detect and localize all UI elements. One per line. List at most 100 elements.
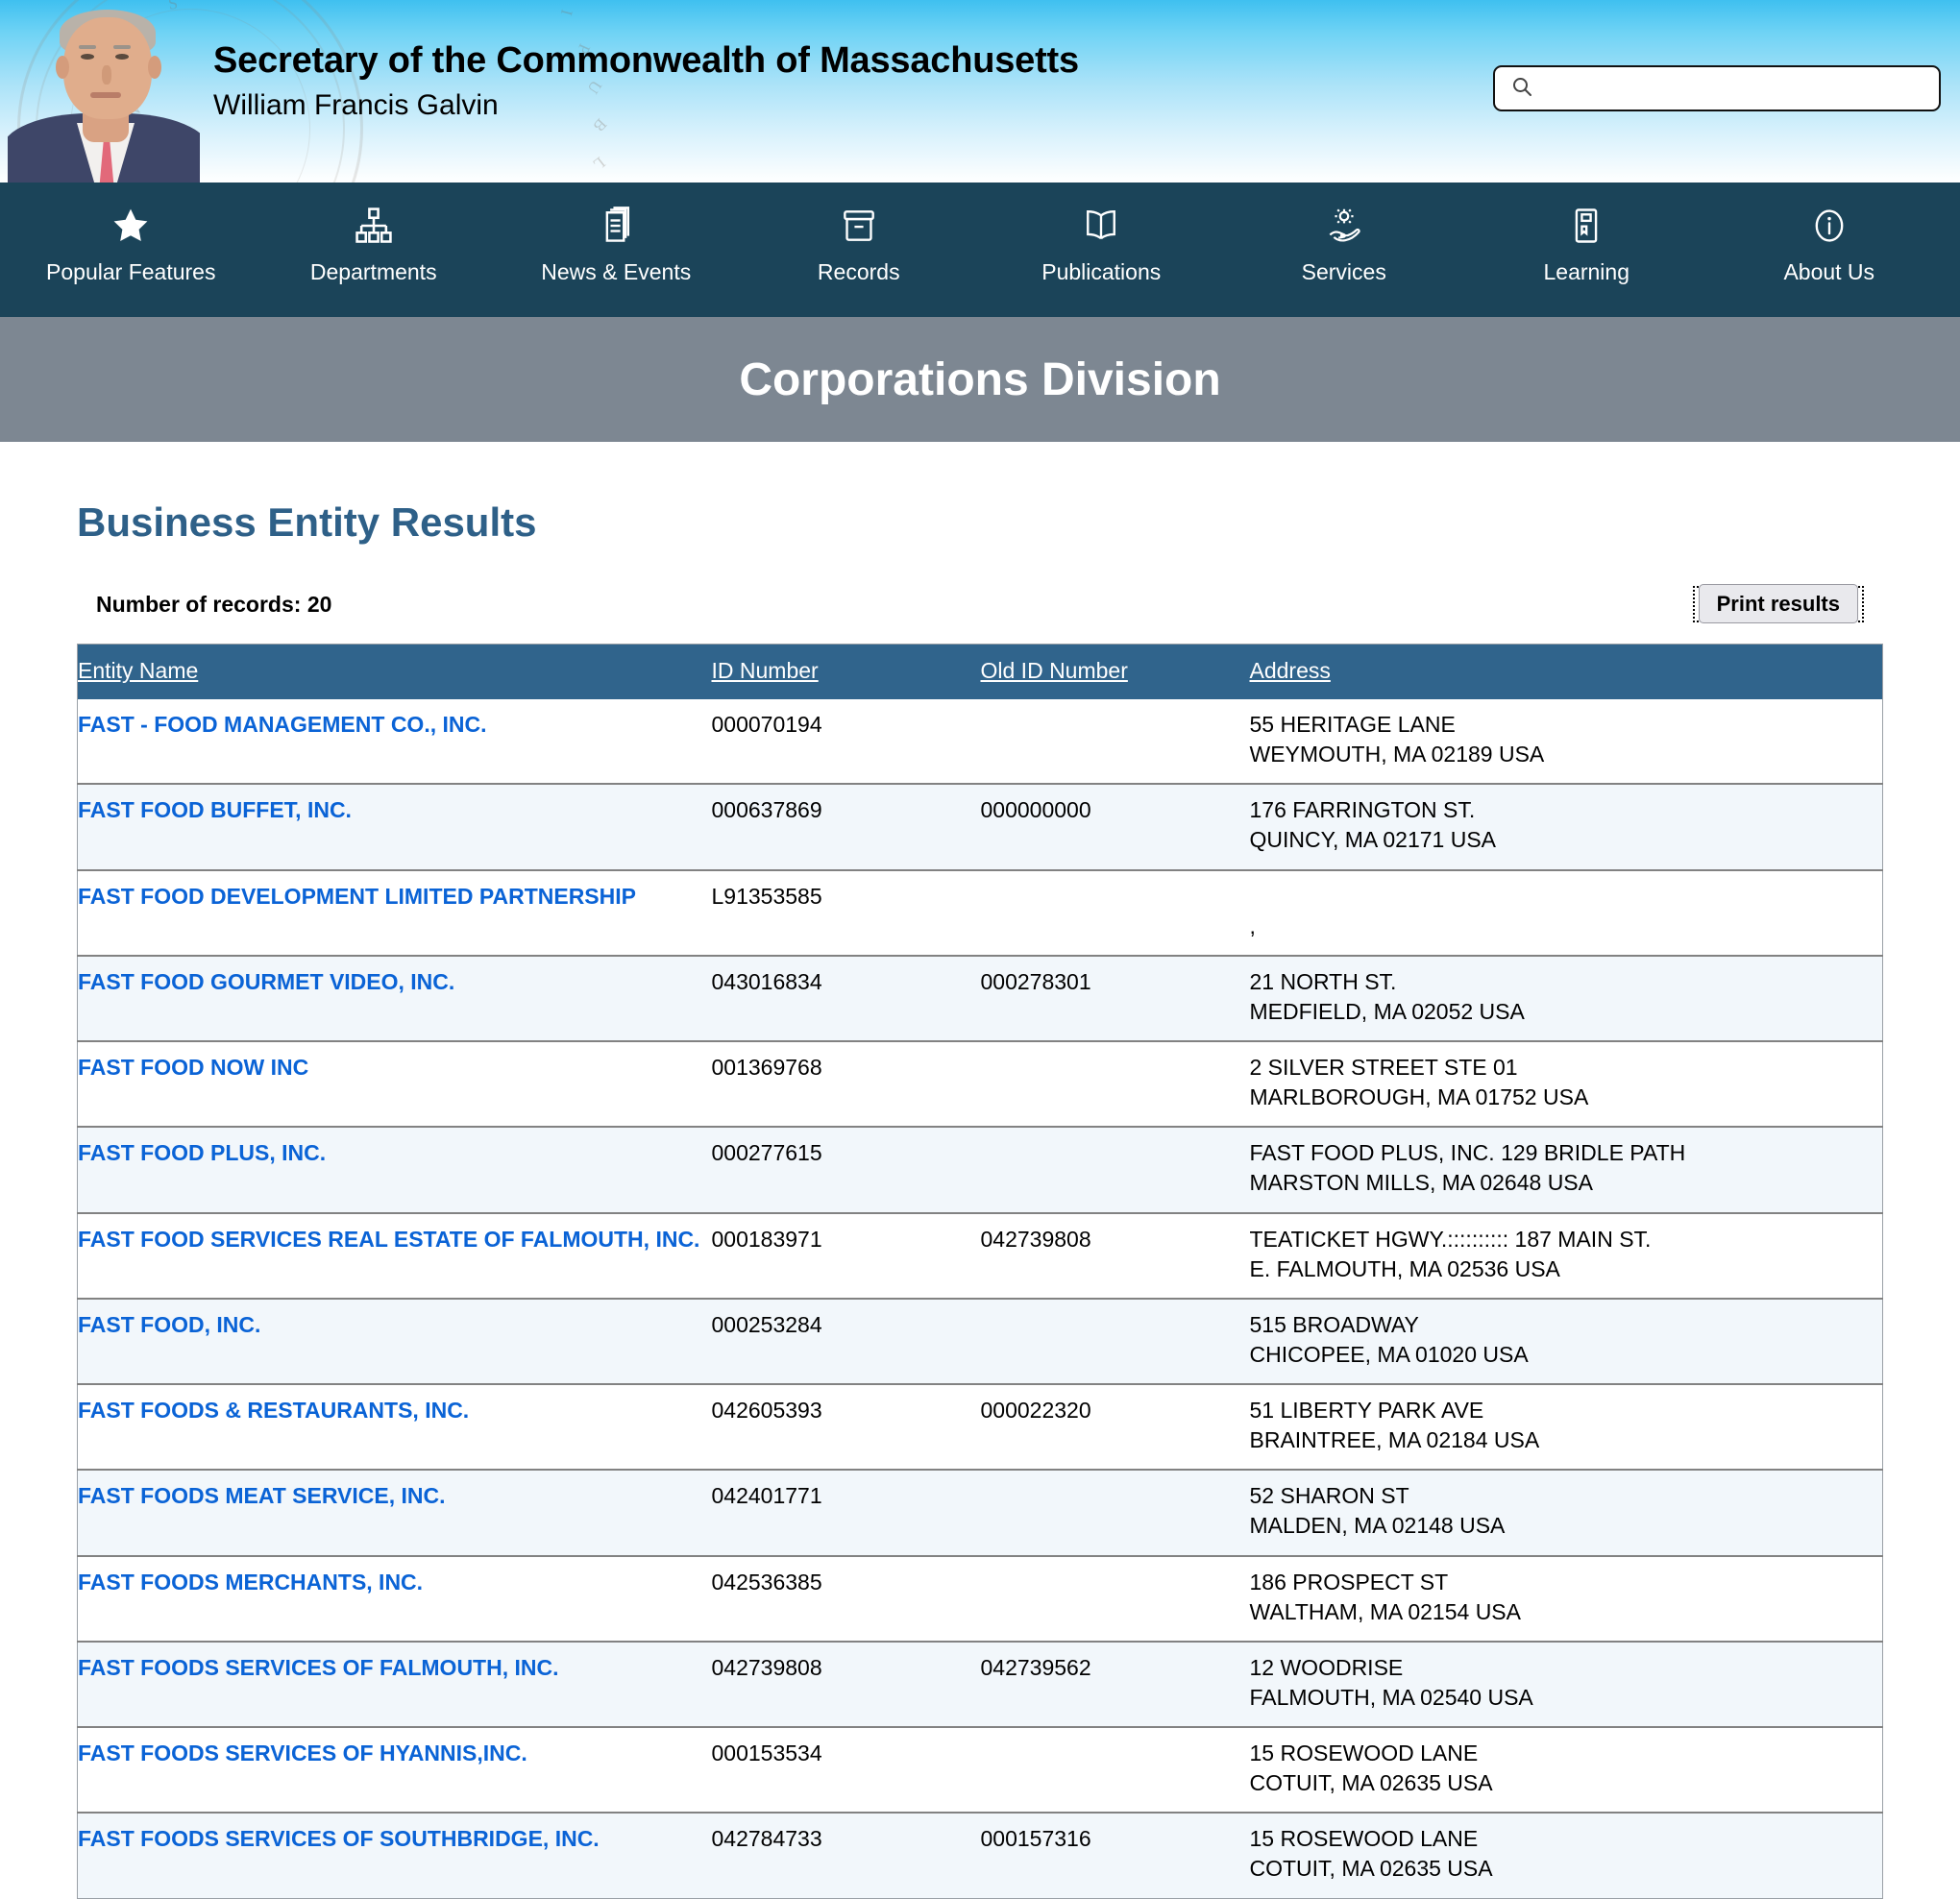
column-header-entity-name[interactable]: Entity Name [77,644,712,699]
cell-old-id-number: 000157316 [980,1826,1091,1852]
address-line: MALDEN, MA 02148 USA [1249,1513,1506,1539]
nav-item-records[interactable]: Records [738,196,981,285]
search-box[interactable] [1493,65,1941,111]
table-row: FAST FOODS SERVICES OF HYANNIS,INC. 00015… [77,1727,1883,1814]
address-line: E. FALMOUTH, MA 02536 USA [1249,1255,1560,1281]
search-input[interactable] [1543,77,1939,100]
column-header-id-number[interactable]: ID Number [711,644,981,699]
entity-name-link[interactable]: FAST FOOD DEVELOPMENT LIMITED PARTNERSHI… [78,884,636,910]
gear-in-hand-icon [1323,200,1365,252]
cell-address: 55 HERITAGE LANE WEYMOUTH, MA 02189 USA [1250,699,1883,784]
cell-old-id-number [981,1041,1250,1127]
cell-id-number: 000183971 [711,1226,822,1252]
secretary-portrait [8,0,200,183]
nav-item-about-us[interactable]: About Us [1708,196,1951,285]
nav-item-news-events[interactable]: News & Events [495,196,738,285]
cell-old-id-number: 042739562 [980,1654,1091,1680]
address-line [1250,884,1883,910]
cell-address: FAST FOOD PLUS, INC. 129 BRIDLE PATH MARS… [1250,1127,1883,1212]
cell-id-number: 042605393 [711,1398,822,1423]
nav-label: Records [817,259,900,284]
address-line: 15 ROSEWOOD LANE [1249,1741,1479,1765]
cell-entity-name: FAST FOOD SERVICES REAL ESTATE OF FALMOU… [78,1213,712,1299]
cell-id-number: 000153534 [711,1741,822,1765]
address-line: 186 PROSPECT ST [1249,1569,1449,1595]
site-title: Secretary of the Commonwealth of Massach… [213,40,1079,81]
info-circle-icon [1808,200,1850,252]
entity-name-link[interactable]: FAST FOODS MEAT SERVICE, INC. [78,1483,446,1509]
table-row: FAST FOODS MEAT SERVICE, INC. 042401771 52… [77,1470,1883,1556]
address-line: CHICOPEE, MA 01020 USA [1249,1341,1529,1367]
record-count: Number of records: 20 [96,591,332,617]
open-book-icon [1080,200,1122,252]
address-line: 15 ROSEWOOD LANE [1249,1826,1479,1852]
entity-name-link[interactable]: FAST - FOOD MANAGEMENT CO., INC. [78,712,487,738]
entity-name-link[interactable]: FAST FOOD BUFFET, INC. [78,797,352,823]
cell-entity-name: FAST FOOD BUFFET, INC. [78,784,712,869]
nav-item-departments[interactable]: Departments [253,196,496,285]
nav-item-learning[interactable]: Learning [1465,196,1708,285]
entity-name-link[interactable]: FAST FOODS SERVICES OF HYANNIS,INC. [78,1741,527,1766]
address-line: WEYMOUTH, MA 02189 USA [1249,742,1545,767]
search-icon [1510,75,1533,103]
address-line: WALTHAM, MA 02154 USA [1249,1598,1521,1624]
nav-label: News & Events [541,259,692,284]
cell-entity-name: FAST FOODS SERVICES OF FALMOUTH, INC. [78,1642,712,1727]
address-line: 176 FARRINGTON ST. [1249,797,1476,823]
entity-name-link[interactable]: FAST FOOD SERVICES REAL ESTATE OF FALMOU… [78,1227,699,1253]
print-results-button[interactable]: Print results [1692,584,1864,623]
cell-old-id-number: 000278301 [980,968,1091,994]
bookmark-book-icon [1565,200,1607,252]
address-line: 515 BROADWAY [1249,1311,1419,1337]
cell-id-number: L91353585 [711,883,822,909]
file-box-icon [838,200,880,252]
nav-item-services[interactable]: Services [1223,196,1466,285]
cell-address: 12 WOODRISE FALMOUTH, MA 02540 USA [1250,1642,1883,1727]
column-header-old-id-number[interactable]: Old ID Number [980,644,1250,699]
entity-name-link[interactable]: FAST FOODS MERCHANTS, INC. [78,1570,423,1595]
nav-item-publications[interactable]: Publications [980,196,1223,285]
column-header-address[interactable]: Address [1249,644,1883,699]
address-line: , [1249,913,1256,938]
site-search[interactable] [1493,65,1941,111]
nav-label: Popular Features [46,259,216,284]
entity-name-link[interactable]: FAST FOOD GOURMET VIDEO, INC. [78,969,454,995]
main-content: Business Entity Results Number of record… [0,499,1960,1899]
cell-address: 15 ROSEWOOD LANE COTUIT, MA 02635 USA [1250,1813,1883,1898]
address-line: BRAINTREE, MA 02184 USA [1249,1427,1540,1453]
cell-entity-name: FAST FOOD NOW INC [78,1041,712,1127]
address-line: 55 HERITAGE LANE [1249,712,1456,737]
address-line: 12 WOODRISE [1249,1654,1404,1680]
cell-old-id-number [981,1727,1250,1813]
address-line: MEDFIELD, MA 02052 USA [1249,998,1525,1024]
table-row: FAST FOODS MERCHANTS, INC. 042536385 186 P… [77,1555,1883,1642]
cell-address: 2 SILVER STREET STE 01 MARLBOROUGH, MA 01… [1250,1041,1883,1127]
address-line: 51 LIBERTY PARK AVE [1249,1398,1484,1423]
cell-id-number: 000277615 [711,1140,822,1166]
address-line: COTUIT, MA 02635 USA [1249,1770,1493,1796]
address-line: 21 NORTH ST. [1249,968,1397,994]
nav-item-popular-features[interactable]: Popular Features [10,196,253,285]
table-row: FAST FOODS SERVICES OF SOUTHBRIDGE, INC.… [77,1813,1883,1898]
nav-label: Services [1301,259,1386,284]
entity-name-link[interactable]: FAST FOODS SERVICES OF FALMOUTH, INC. [78,1655,559,1681]
entity-name-link[interactable]: FAST FOOD, INC. [78,1312,260,1338]
cell-entity-name: FAST FOOD, INC. [78,1299,712,1384]
cell-old-id-number: 000000000 [980,797,1091,823]
table-row: FAST FOODS SERVICES OF FALMOUTH, INC. 042… [77,1641,1883,1727]
cell-address: 176 FARRINGTON ST. QUINCY, MA 02171 USA [1250,784,1883,869]
table-row: FAST FOOD NOW INC 001369768 2 SILVER STREE… [77,1041,1883,1128]
cell-address: 51 LIBERTY PARK AVE BRAINTREE, MA 02184 U… [1250,1384,1883,1470]
entity-name-link[interactable]: FAST FOODS SERVICES OF SOUTHBRIDGE, INC. [78,1826,600,1852]
page-banner-title: Corporations Division [739,353,1221,405]
address-line: FALMOUTH, MA 02540 USA [1249,1684,1533,1710]
cell-id-number: 000253284 [711,1311,822,1337]
address-line: MARSTON MILLS, MA 02648 USA [1249,1170,1594,1196]
entity-name-link[interactable]: FAST FOOD PLUS, INC. [78,1140,326,1166]
cell-entity-name: FAST FOOD PLUS, INC. [78,1127,712,1212]
table-row: FAST FOOD BUFFET, INC. 000637869 000000000… [77,784,1883,870]
entity-name-link[interactable]: FAST FOOD NOW INC [78,1055,308,1081]
entity-name-link[interactable]: FAST FOODS & RESTAURANTS, INC. [78,1398,469,1424]
cell-id-number: 000070194 [711,712,822,737]
cell-id-number: 042739808 [711,1654,822,1680]
